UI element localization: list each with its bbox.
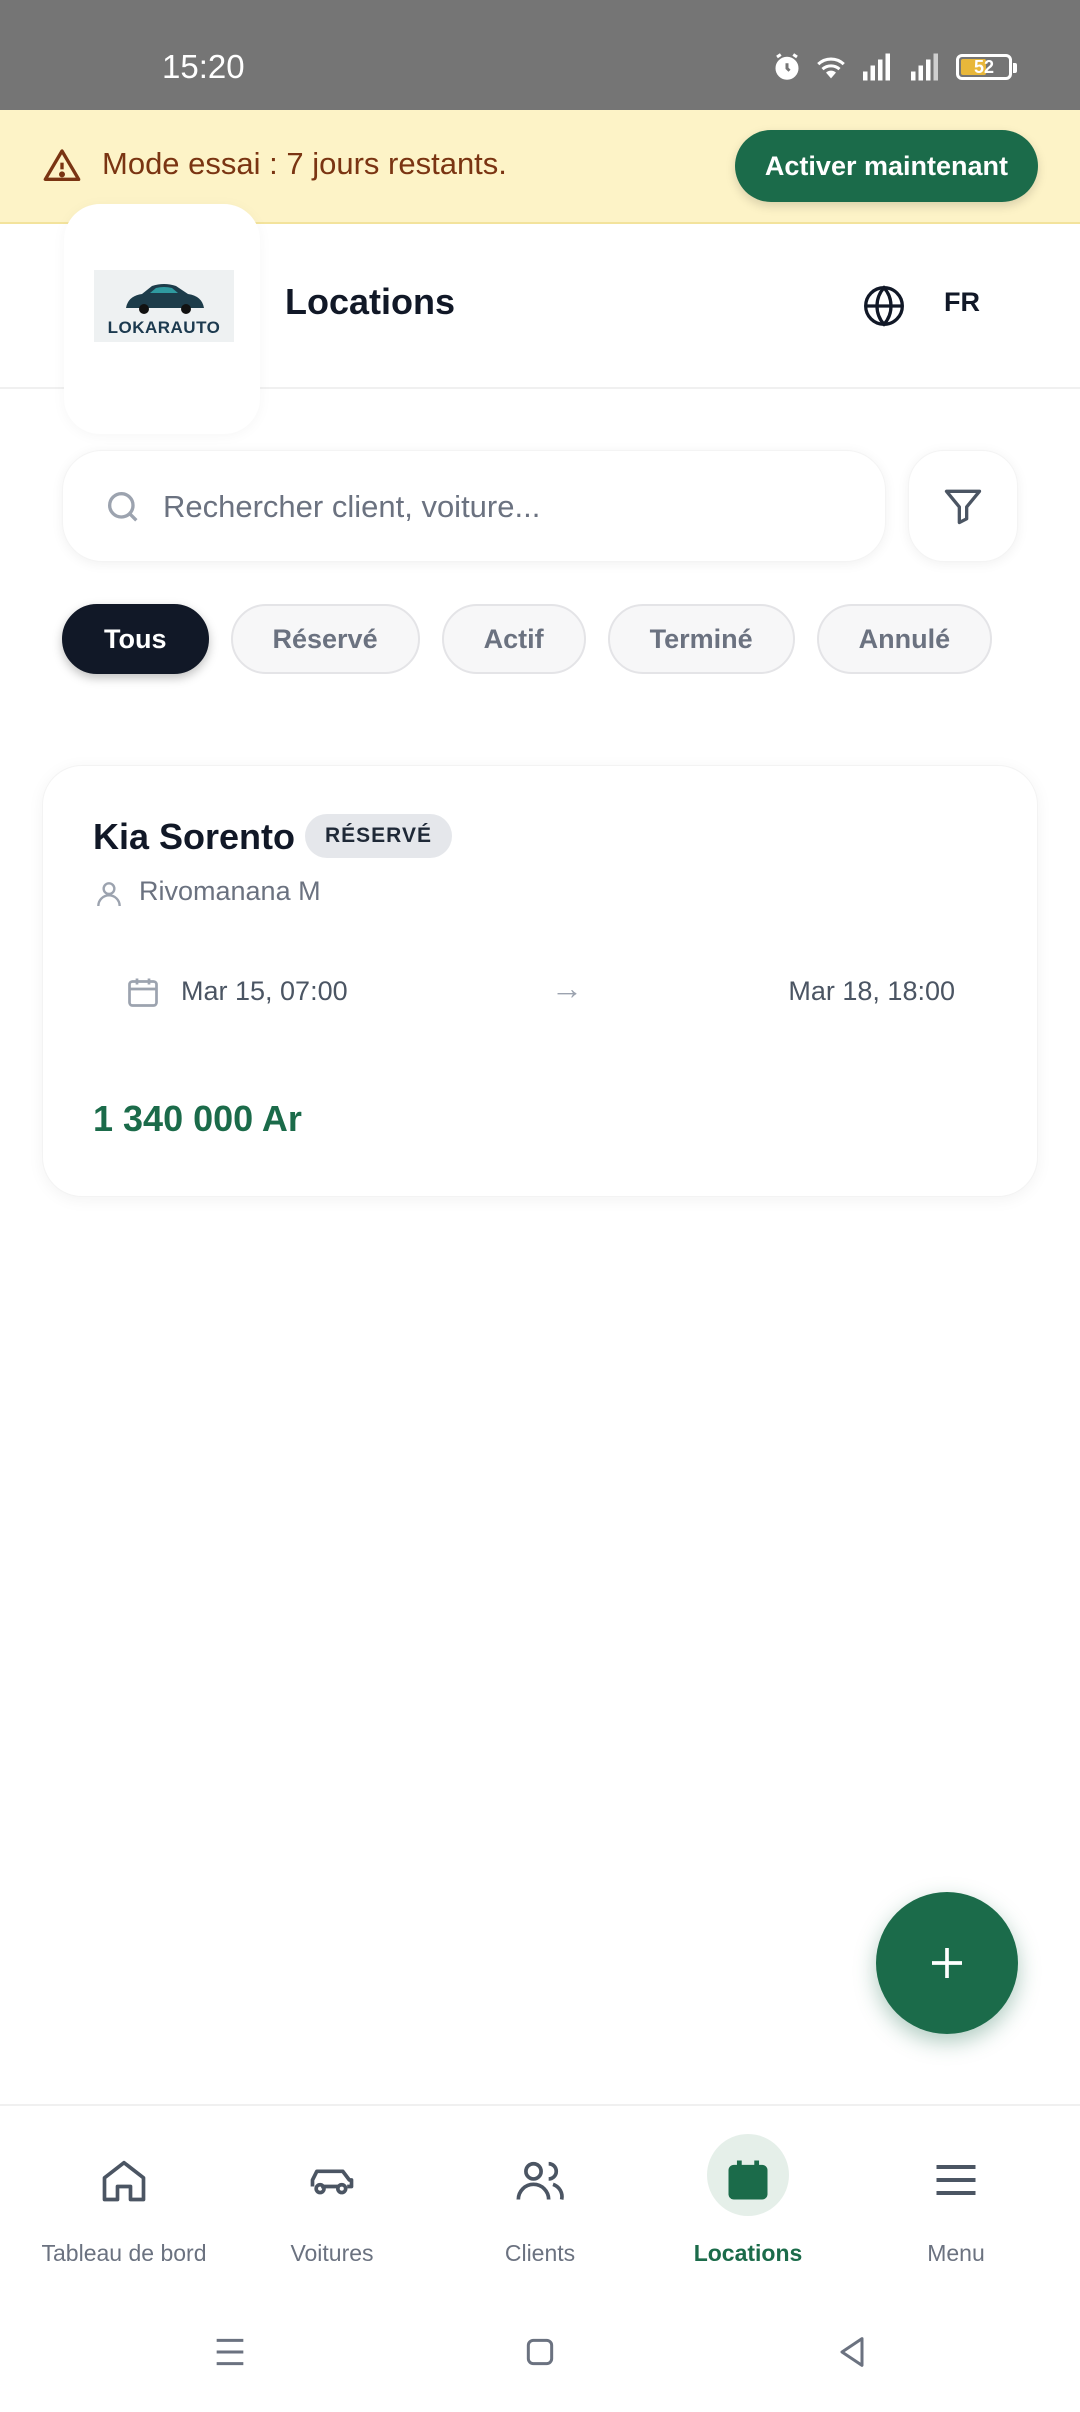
- logo-card: LOKARAUTO: [64, 204, 260, 434]
- nav-label: Clients: [504, 2240, 576, 2266]
- status-icons: 52: [772, 52, 1017, 82]
- bottom-nav: Tableau de bord Voitures Clients Locatio…: [0, 2104, 1080, 2294]
- nav-item-locations[interactable]: Locations: [640, 2106, 856, 2296]
- alarm-icon: [775, 53, 799, 80]
- home-button-icon[interactable]: [520, 2332, 560, 2372]
- nav-label: Tableau de bord: [41, 2240, 207, 2266]
- rental-card[interactable]: Kia Sorento RÉSERVÉ Rivomanana M Mar 15,…: [42, 765, 1038, 1197]
- logo-text: LOKARAUTO: [107, 318, 221, 337]
- users-icon: [516, 2161, 564, 2200]
- nav-item-dashboard[interactable]: Tableau de bord: [16, 2106, 232, 2296]
- signal-icon: [863, 53, 890, 81]
- rental-end-date: Mar 18, 18:00: [788, 976, 955, 1006]
- recent-apps-icon[interactable]: [210, 2332, 250, 2372]
- trial-message: Mode essai : 7 jours restants.: [102, 146, 507, 181]
- warning-icon: [43, 149, 81, 181]
- filter-button[interactable]: [908, 450, 1018, 562]
- battery-icon: 52: [956, 54, 1017, 80]
- globe-icon[interactable]: [862, 284, 906, 328]
- nav-item-clients[interactable]: Clients: [432, 2106, 648, 2296]
- add-rental-button[interactable]: [876, 1892, 1018, 2034]
- rental-start-date: Mar 15, 07:00: [181, 976, 348, 1006]
- plus-icon: [932, 1948, 962, 1978]
- signal-icon-2: [911, 53, 938, 81]
- rental-client: Rivomanana M: [139, 876, 321, 906]
- user-icon: [97, 882, 121, 907]
- search-box[interactable]: [62, 450, 886, 562]
- home-icon: [102, 2160, 146, 2202]
- logo-car-icon: [126, 284, 204, 314]
- nav-label: Menu: [927, 2240, 985, 2266]
- search-input[interactable]: [163, 479, 863, 535]
- page-title: Locations: [285, 281, 456, 322]
- status-badge: RÉSERVÉ: [305, 814, 452, 858]
- back-icon[interactable]: [832, 2332, 872, 2372]
- app-header: LOKARAUTO Locations FR: [0, 204, 1080, 434]
- chip-termine[interactable]: Terminé: [607, 604, 795, 674]
- language-selector[interactable]: FR: [944, 287, 980, 318]
- calendar-icon: [128, 978, 158, 1007]
- battery-level: 52: [973, 56, 995, 77]
- nav-label: Voitures: [290, 2240, 374, 2266]
- chip-tous[interactable]: Tous: [62, 604, 209, 674]
- rental-car-name: Kia Sorento: [93, 816, 296, 857]
- menu-icon: [936, 2165, 976, 2195]
- wifi-icon: [817, 57, 845, 79]
- chip-annule[interactable]: Annulé: [816, 604, 993, 674]
- nav-item-cars[interactable]: Voitures: [224, 2106, 440, 2296]
- calendar-icon: [728, 2160, 768, 2200]
- chip-actif[interactable]: Actif: [441, 604, 586, 674]
- logo: LOKARAUTO: [94, 270, 234, 342]
- filter-icon: [944, 489, 982, 525]
- system-nav-bar: [0, 2294, 1080, 2412]
- nav-item-menu[interactable]: Menu: [848, 2106, 1064, 2296]
- arrow-right-icon: →: [551, 970, 583, 1006]
- status-filter-chips: Tous Réservé Actif Terminé Annulé: [62, 604, 993, 674]
- activate-button[interactable]: Activer maintenant: [734, 130, 1038, 202]
- status-bar: 15:20 52: [0, 0, 1080, 110]
- nav-label: Locations: [693, 2240, 803, 2266]
- status-time: 15:20: [162, 48, 245, 85]
- chip-reserve[interactable]: Réservé: [230, 604, 420, 674]
- rental-price: 1 340 000 Ar: [93, 1098, 302, 1139]
- car-icon: [310, 2169, 354, 2195]
- search-icon: [108, 492, 138, 522]
